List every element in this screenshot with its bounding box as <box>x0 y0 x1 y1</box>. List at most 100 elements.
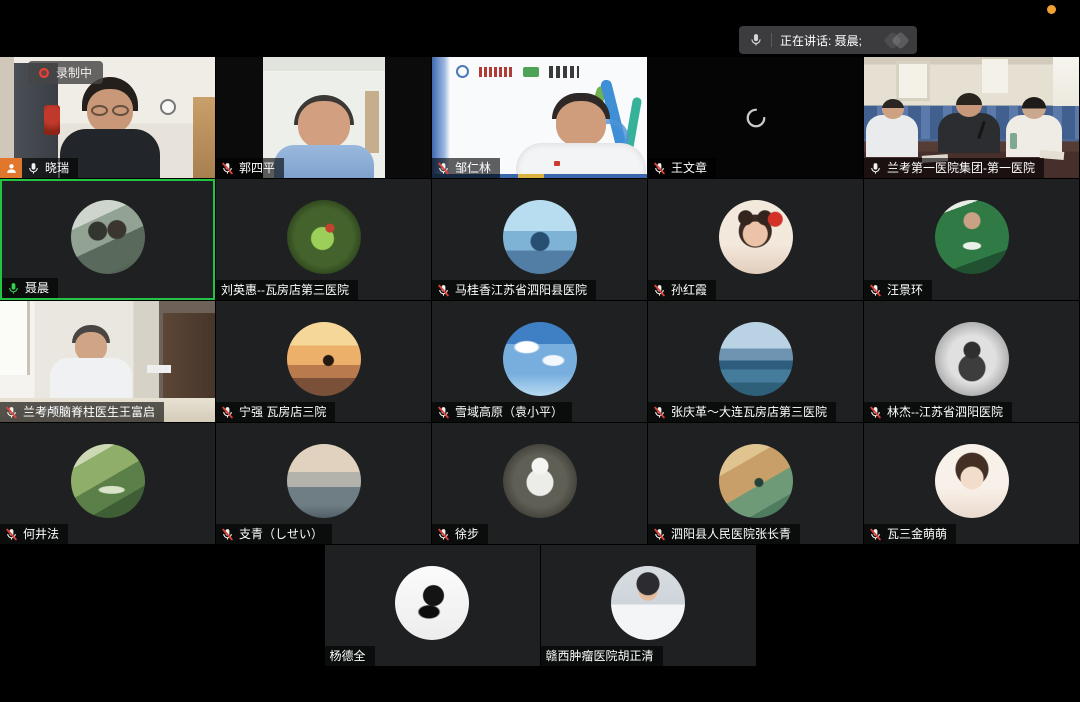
participant-tile-wasanjinmengmeng[interactable]: 瓦三金萌萌 <box>864 423 1079 544</box>
participant-name: 赣西肿瘤医院胡正清 <box>546 649 654 663</box>
participant-name: 马桂香江苏省泗阳县医院 <box>455 283 587 297</box>
participant-name: 支青（しせい） <box>239 527 323 541</box>
name-label: 林杰--江苏省泗阳医院 <box>864 402 1012 422</box>
mic-muted-icon <box>221 528 234 541</box>
participant-name: 汪景环 <box>887 283 923 297</box>
speaking-text: 正在讲话: 聂晨; <box>780 32 862 49</box>
avatar <box>395 566 469 640</box>
name-label: 宁强 瓦房店三院 <box>216 402 335 422</box>
name-label: 赣西肿瘤医院胡正清 <box>541 646 663 666</box>
participant-tile-sunhongxia[interactable]: 孙红霞 <box>648 179 863 300</box>
participant-tile-wangwenzhang[interactable]: 王文章 <box>648 57 863 178</box>
participant-tile-niechen-active-speaker[interactable]: 聂晨 <box>0 179 215 300</box>
participant-tile-zhangqingge[interactable]: 张庆革～大连瓦房店第三医院 <box>648 301 863 422</box>
mic-muted-icon <box>437 406 450 419</box>
participant-name: 晓瑞 <box>45 161 69 175</box>
participant-name: 张庆革～大连瓦房店第三医院 <box>671 405 827 419</box>
participant-name: 泗阳县人民医院张长青 <box>671 527 791 541</box>
participant-tile-yangdequan[interactable]: 杨德全 <box>325 545 540 666</box>
name-label: 徐步 <box>432 524 488 544</box>
participant-tile-guosiping[interactable]: 郭四平 <box>216 57 431 178</box>
name-label: 刘英惠--瓦房店第三医院 <box>216 280 358 300</box>
mic-muted-icon <box>869 528 882 541</box>
mic-muted-icon <box>437 528 450 541</box>
speaking-indicator: 正在讲话: 聂晨; <box>739 26 917 54</box>
name-label: 雪域高原（袁小平） <box>432 402 572 422</box>
mic-muted-icon <box>437 284 450 297</box>
participant-tile-linjie[interactable]: 林杰--江苏省泗阳医院 <box>864 301 1079 422</box>
participant-name: 邹仁林 <box>455 161 491 175</box>
participant-name: 王文章 <box>671 161 707 175</box>
mic-muted-icon <box>653 162 666 175</box>
avatar <box>503 322 577 396</box>
recording-dot-icon <box>39 68 49 78</box>
name-label: 杨德全 <box>325 646 375 666</box>
participant-tile-xueyugaoyuan[interactable]: 雪域高原（袁小平） <box>432 301 647 422</box>
participant-tile-wangfuqi[interactable]: 兰考颅脑脊柱医生王富启 <box>0 301 215 422</box>
participant-tile-zhangchangqing[interactable]: 泗阳县人民医院张长青 <box>648 423 863 544</box>
meeting-logo-icon <box>886 34 907 47</box>
avatar <box>719 200 793 274</box>
meeting-window: { "topbar": { "speaking_indicator": "正在讲… <box>0 0 1080 702</box>
mic-muted-icon <box>221 162 234 175</box>
mic-muted-icon <box>869 406 882 419</box>
participant-tile-maguixiang[interactable]: 马桂香江苏省泗阳县医院 <box>432 179 647 300</box>
avatar <box>71 200 145 274</box>
avatar <box>287 200 361 274</box>
avatar <box>611 566 685 640</box>
mic-muted-icon <box>221 406 234 419</box>
participant-tile-zourenlin[interactable]: 邹仁林 <box>432 57 647 178</box>
participant-tile-wangjinghuan[interactable]: 汪景环 <box>864 179 1079 300</box>
mic-muted-icon <box>5 406 18 419</box>
participant-name: 何井法 <box>23 527 59 541</box>
name-label: 王文章 <box>648 158 716 178</box>
person-silhouette <box>1022 97 1046 119</box>
participant-tile-huzhengqing[interactable]: 赣西肿瘤医院胡正清 <box>541 545 756 666</box>
participant-name: 郭四平 <box>239 161 275 175</box>
name-label: 何井法 <box>0 524 68 544</box>
mic-muted-icon <box>437 162 450 175</box>
recording-indicator: 录制中 <box>28 61 103 84</box>
avatar <box>935 322 1009 396</box>
avatar <box>287 444 361 518</box>
name-label: 瓦三金萌萌 <box>864 524 956 544</box>
participant-tile-ningqiang[interactable]: 宁强 瓦房店三院 <box>216 301 431 422</box>
participant-name: 聂晨 <box>25 281 49 295</box>
participant-name: 雪域高原（袁小平） <box>455 405 563 419</box>
participant-tile-hejingfa[interactable]: 何井法 <box>0 423 215 544</box>
participant-name: 瓦三金萌萌 <box>887 527 947 541</box>
microphone-icon <box>749 33 763 47</box>
mic-muted-icon <box>653 284 666 297</box>
mic-speaking-icon <box>7 282 20 295</box>
participant-tile-lankao-hospital[interactable]: 兰考第一医院集团-第一医院 <box>864 57 1079 178</box>
avatar <box>719 444 793 518</box>
participant-tile-xubu[interactable]: 徐步 <box>432 423 647 544</box>
video-grid-row: 晓瑞 郭四平 <box>0 57 1080 178</box>
person-silhouette <box>556 101 606 147</box>
avatar <box>935 444 1009 518</box>
person-silhouette <box>298 101 350 149</box>
participant-name: 徐步 <box>455 527 479 541</box>
avatar <box>503 200 577 274</box>
name-label: 泗阳县人民医院张长青 <box>648 524 800 544</box>
participant-name: 宁强 瓦房店三院 <box>239 405 326 419</box>
name-label: 郭四平 <box>216 158 284 178</box>
divider <box>771 33 772 47</box>
name-label: 邹仁林 <box>432 158 500 178</box>
loading-spinner-icon <box>745 107 767 129</box>
video-grid-row: 兰考颅脑脊柱医生王富启 宁强 瓦房店三院 雪域高原（袁小平） 张庆革～大连瓦房店… <box>0 301 1080 422</box>
mic-muted-icon <box>653 528 666 541</box>
person-silhouette <box>956 93 982 117</box>
name-label: 张庆革～大连瓦房店第三医院 <box>648 402 836 422</box>
avatar <box>71 444 145 518</box>
participant-tile-liuyinghui[interactable]: 刘英惠--瓦房店第三医院 <box>216 179 431 300</box>
avatar <box>719 322 793 396</box>
video-grid-row: 杨德全 赣西肿瘤医院胡正清 <box>0 545 1080 666</box>
mic-muted-icon <box>5 528 18 541</box>
name-label: 孙红霞 <box>648 280 716 300</box>
participant-tile-zhiqing[interactable]: 支青（しせい） <box>216 423 431 544</box>
participant-name: 孙红霞 <box>671 283 707 297</box>
name-label: 兰考颅脑脊柱医生王富启 <box>0 402 164 422</box>
video-grid-row: 聂晨 刘英惠--瓦房店第三医院 马桂香江苏省泗阳县医院 孙红霞 <box>0 179 1080 300</box>
participant-name: 林杰--江苏省泗阳医院 <box>887 405 1003 419</box>
